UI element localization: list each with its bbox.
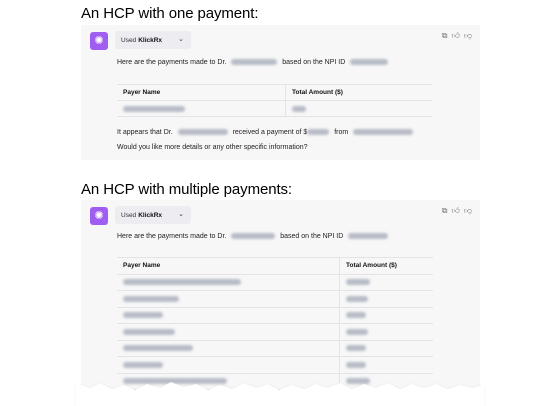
redacted-payer-cell <box>117 101 285 116</box>
message-actions: ⧉ 👍︎ 👎︎ <box>442 207 472 215</box>
message-followup-line: Would you like more details or any other… <box>117 144 308 151</box>
table-row <box>117 324 433 341</box>
plugin-name: KlickRx <box>138 36 163 44</box>
plugin-used-label: Used <box>121 36 137 44</box>
column-header-total-amount: Total Amount ($) <box>285 85 432 100</box>
table-row <box>117 307 433 324</box>
intro-middle: based on the NPI ID <box>280 233 344 240</box>
redacted-amount <box>307 129 330 136</box>
message-conclusion-line: It appears that Dr. received a payment o… <box>117 129 416 136</box>
table-header-row: Payer Name Total Amount ($) <box>117 258 433 275</box>
redacted-payer-cell <box>117 324 339 340</box>
intro-prefix: Here are the payments made to Dr. <box>117 59 227 66</box>
table-row <box>117 340 433 357</box>
table-row <box>117 101 432 117</box>
plugin-used-dropdown[interactable]: Used KlickRx ⌄ <box>115 206 191 224</box>
torn-edge-decoration <box>76 382 484 406</box>
conclusion-middle: received a payment of $ <box>232 129 308 136</box>
intro-prefix: Here are the payments made to Dr. <box>117 233 227 240</box>
redacted-amount-cell <box>339 291 433 307</box>
redacted-npi-id <box>350 59 389 66</box>
redacted-doctor-name <box>177 129 228 136</box>
thumbs-up-icon[interactable]: 👍︎ <box>452 207 460 215</box>
column-header-total-amount: Total Amount ($) <box>339 258 433 274</box>
assistant-message-panel: ✺ Used KlickRx ⌄ ⧉ 👍︎ 👎︎ Here are the pa… <box>81 25 480 160</box>
payments-table: Payer Name Total Amount ($) <box>117 84 432 117</box>
redacted-payer-cell <box>117 357 339 373</box>
copy-icon[interactable]: ⧉ <box>442 32 448 40</box>
intro-middle: based on the NPI ID <box>282 59 346 66</box>
redacted-amount-cell <box>339 274 433 290</box>
table-row <box>117 274 433 291</box>
plugin-name: KlickRx <box>138 211 163 219</box>
thumbs-up-icon[interactable]: 👍︎ <box>452 32 460 40</box>
plugin-used-label: Used <box>121 211 137 219</box>
table-header-row: Payer Name Total Amount ($) <box>117 85 432 101</box>
redacted-npi-id <box>348 233 389 240</box>
redacted-doctor-name <box>231 59 278 66</box>
redacted-doctor-name <box>231 233 276 240</box>
conclusion-from: from <box>334 129 349 136</box>
conclusion-prefix: It appears that Dr. <box>117 129 173 136</box>
table-row <box>117 291 433 308</box>
column-header-payer-name: Payer Name <box>123 89 161 96</box>
redacted-payer-cell <box>117 308 339 324</box>
column-header-payer-name: Payer Name <box>123 262 161 270</box>
message-actions: ⧉ 👍︎ 👎︎ <box>442 32 472 40</box>
redacted-payer-cell <box>117 341 339 357</box>
redacted-amount-cell <box>339 307 433 323</box>
chevron-down-icon: ⌄ <box>178 36 184 43</box>
message-intro-line: Here are the payments made to Dr. based … <box>117 59 391 66</box>
plugin-used-dropdown[interactable]: Used KlickRx ⌄ <box>115 31 191 49</box>
redacted-amount-cell <box>285 101 432 116</box>
copy-icon[interactable]: ⧉ <box>442 207 448 215</box>
redacted-amount-cell <box>339 324 433 340</box>
redacted-payer-cell <box>117 275 339 291</box>
openai-logo-icon: ✺ <box>90 207 108 225</box>
table-row <box>117 357 433 374</box>
section-heading-multiple-payments: An HCP with multiple payments: <box>81 181 292 198</box>
thumbs-down-icon[interactable]: 👎︎ <box>464 32 472 40</box>
thumbs-down-icon[interactable]: 👎︎ <box>464 207 472 215</box>
redacted-payer <box>353 129 414 136</box>
redacted-amount-cell <box>339 340 433 356</box>
redacted-amount-cell <box>339 357 433 373</box>
message-intro-line: Here are the payments made to Dr. based … <box>117 233 391 240</box>
chevron-down-icon: ⌄ <box>178 211 184 218</box>
section-heading-one-payment: An HCP with one payment: <box>81 5 259 22</box>
redacted-payer-cell <box>117 291 339 307</box>
openai-logo-icon: ✺ <box>90 32 108 50</box>
